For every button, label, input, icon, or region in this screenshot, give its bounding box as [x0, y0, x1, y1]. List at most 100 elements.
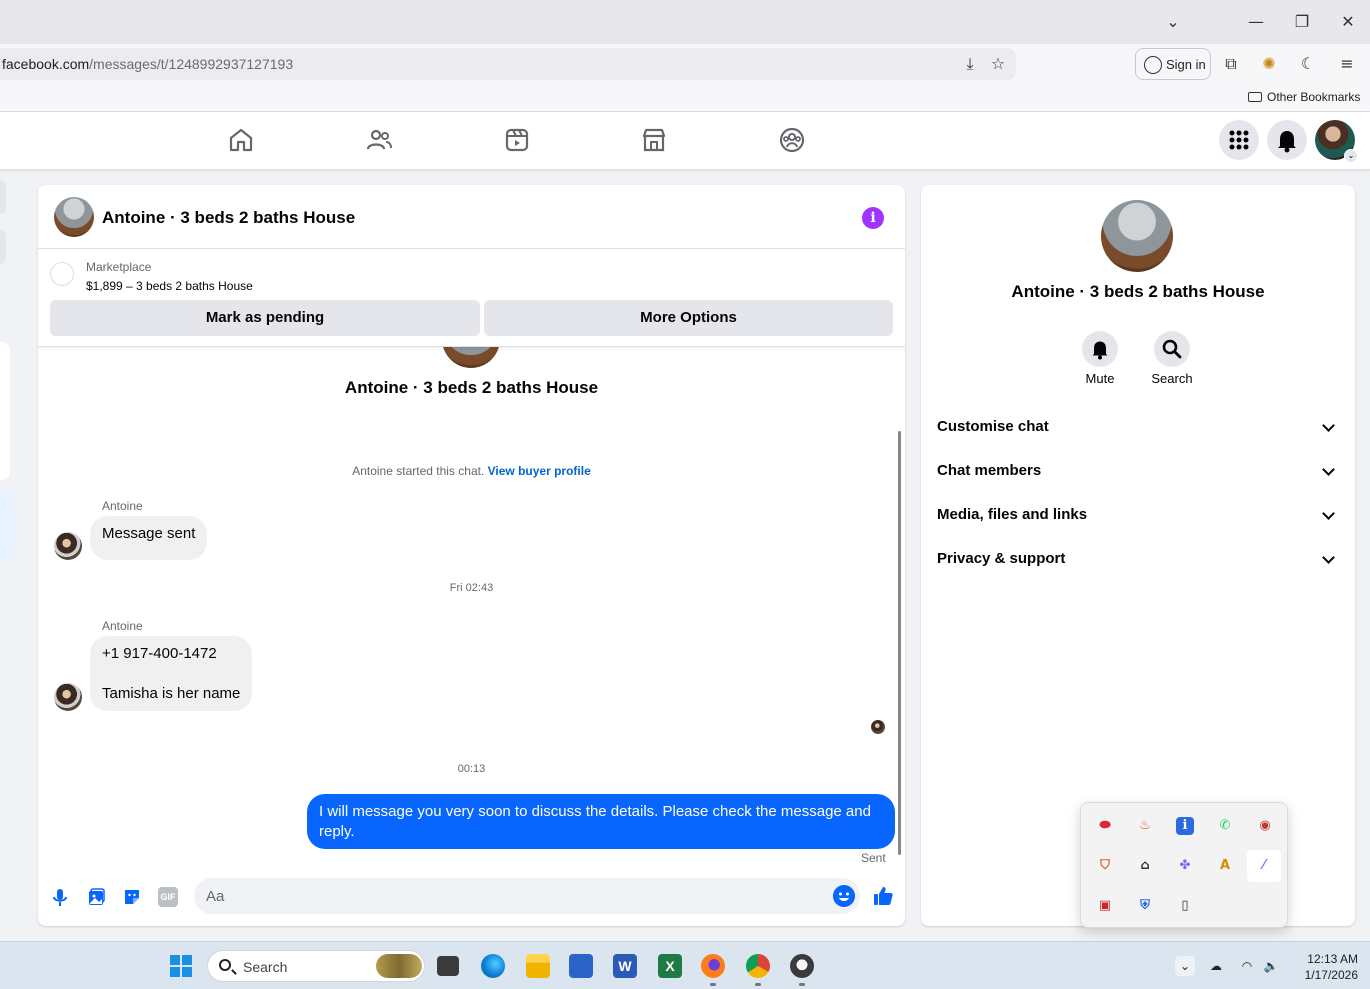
media-files-links-section[interactable]: Media, files and links [937, 495, 1339, 535]
sign-in-label: Sign in [1166, 57, 1206, 72]
chat-panel: Antoine · 3 beds 2 baths House i Marketp… [38, 185, 905, 926]
privacy-support-section[interactable]: Privacy & support [937, 539, 1339, 579]
outgoing-message-bubble: I will message you very soon to discuss … [307, 794, 895, 849]
listing-price-title[interactable]: $1,899 – 3 beds 2 baths House [86, 279, 253, 293]
message-timestamp: 00:13 [457, 763, 486, 775]
brave-icon[interactable]: ⛉ [1091, 852, 1119, 880]
microphone-icon[interactable] [50, 887, 70, 907]
customise-chat-section[interactable]: Customise chat [937, 407, 1339, 447]
message-composer[interactable] [194, 878, 860, 914]
sender-avatar[interactable] [54, 683, 82, 711]
bell-icon [1278, 131, 1296, 153]
account-avatar[interactable]: ⌄ [1315, 120, 1358, 163]
friends-icon[interactable] [365, 126, 393, 154]
language-icon[interactable]: A [1211, 852, 1239, 880]
show-hidden-icons-chevron-icon[interactable]: ⌄ [1175, 956, 1195, 976]
volume-icon[interactable]: 🔈 [1263, 958, 1279, 974]
sender-avatar[interactable] [54, 532, 82, 560]
whatsapp-icon[interactable]: ✆ [1211, 812, 1239, 840]
conversation-title: Antoine · 3 beds 2 baths House [344, 378, 599, 397]
pen-app-icon[interactable]: ⁄ [1247, 850, 1281, 882]
tab-list-chevron-icon[interactable]: ⌄ [1161, 10, 1185, 34]
incoming-message-bubble: Message sent [90, 516, 208, 560]
chat-scrollbar[interactable] [898, 431, 901, 855]
copilot-tray-icon[interactable]: ✤ [1171, 852, 1199, 880]
photo-icon[interactable] [86, 887, 106, 907]
bell-icon [1092, 341, 1108, 360]
video-icon[interactable] [503, 126, 531, 154]
home-icon[interactable] [227, 126, 255, 154]
copilot-icon[interactable]: ☾ [1296, 52, 1320, 76]
firefox-icon[interactable] [701, 954, 725, 978]
chat-members-section[interactable]: Chat members [937, 451, 1339, 491]
chat-started-notice: Antoine started this chat. View buyer pr… [38, 464, 905, 478]
search-button[interactable] [1154, 331, 1190, 367]
thumbs-up-icon[interactable] [872, 885, 894, 907]
left-sidebar-button[interactable] [0, 180, 6, 214]
emoji-icon[interactable] [833, 885, 855, 907]
usb-device-icon[interactable]: ▯ [1171, 892, 1199, 920]
sticker-icon[interactable] [122, 887, 142, 907]
bookmark-star-icon[interactable]: ☆ [986, 52, 1010, 76]
message-input[interactable] [206, 878, 806, 914]
extensions-icon[interactable]: ⧉ [1219, 52, 1243, 76]
mark-as-pending-button[interactable]: Mark as pending [50, 300, 480, 336]
word-icon[interactable]: W [613, 954, 637, 978]
marketplace-icon[interactable] [640, 126, 668, 154]
more-options-button[interactable]: More Options [484, 300, 893, 336]
mute-button[interactable] [1082, 331, 1118, 367]
running-indicator [755, 983, 761, 986]
store-icon[interactable] [569, 954, 593, 978]
facebook-top-nav: ⌄ [0, 112, 1370, 170]
info-app-icon[interactable]: i [1176, 817, 1194, 835]
url-path: /messages/t/1248992937127193 [89, 56, 294, 72]
system-clock[interactable]: 12:13 AM 1/17/2026 [1290, 951, 1358, 983]
excel-icon[interactable]: X [658, 954, 682, 978]
color-wheel-icon[interactable]: ◉ [1251, 812, 1279, 840]
listing-thumbnail[interactable] [50, 262, 74, 286]
left-sidebar-selected-chat[interactable] [0, 492, 14, 562]
menu-grid-button[interactable] [1219, 120, 1259, 160]
chevron-down-icon [1322, 507, 1335, 520]
tray-overflow-popup: ⬬ ♨ i ✆ ◉ ⛉ ⌂ ✤ A ⁄ ▣ ⛨ ▯ [1080, 802, 1288, 928]
minimize-icon[interactable]: — [1244, 10, 1268, 34]
other-bookmarks[interactable]: Other Bookmarks [1248, 90, 1360, 104]
address-bar[interactable]: facebook.com/messages/t/1248992937127193… [0, 48, 1016, 80]
left-sidebar-button[interactable] [0, 230, 6, 264]
pdf-app-icon[interactable]: ▣ [1091, 892, 1119, 920]
chat-title[interactable]: Antoine · 3 beds 2 baths House [102, 208, 355, 228]
ink-app-icon[interactable]: ⬬ [1091, 812, 1119, 840]
url-domain: facebook.com [2, 56, 90, 72]
chrome-icon[interactable] [746, 954, 770, 978]
url-text: facebook.com/messages/t/1248992937127193 [2, 56, 293, 72]
chat-started-text: Antoine started this chat. [352, 464, 485, 478]
broadcast-icon[interactable]: ⌂ [1131, 852, 1159, 880]
section-label: Media, files and links [937, 506, 1088, 523]
marketplace-label: Marketplace [86, 260, 152, 274]
folder-icon [1248, 92, 1262, 102]
windows-start-icon[interactable] [170, 955, 192, 977]
onedrive-offline-icon[interactable]: ☁ [1208, 958, 1224, 974]
sign-in-button[interactable]: Sign in [1135, 48, 1211, 80]
wifi-icon[interactable]: ◠ [1239, 958, 1255, 974]
extension-badge-icon[interactable]: ✺ [1257, 52, 1281, 76]
gif-icon[interactable]: GIF [158, 887, 178, 907]
groups-icon[interactable] [778, 126, 806, 154]
notifications-button[interactable] [1267, 120, 1307, 160]
pinned-app-icon[interactable] [790, 954, 814, 978]
file-explorer-icon[interactable] [526, 954, 550, 978]
taskbar-search[interactable]: Search [207, 950, 425, 982]
info-icon[interactable]: i [862, 207, 884, 229]
restore-icon[interactable]: ❐ [1290, 10, 1314, 34]
task-view-icon[interactable] [437, 956, 459, 976]
view-buyer-profile-link[interactable]: View buyer profile [488, 464, 591, 478]
search-highlight-image [376, 954, 422, 978]
chat-avatar[interactable] [54, 197, 94, 237]
info-avatar[interactable] [1101, 200, 1173, 272]
edge-icon[interactable] [481, 954, 505, 978]
install-app-icon[interactable]: ⤓ [958, 52, 982, 76]
menu-icon[interactable]: ≡ [1335, 52, 1359, 76]
close-icon[interactable]: ✕ [1336, 10, 1360, 34]
security-app-icon[interactable]: ⛨ [1131, 892, 1159, 920]
flame-app-icon[interactable]: ♨ [1131, 812, 1159, 840]
